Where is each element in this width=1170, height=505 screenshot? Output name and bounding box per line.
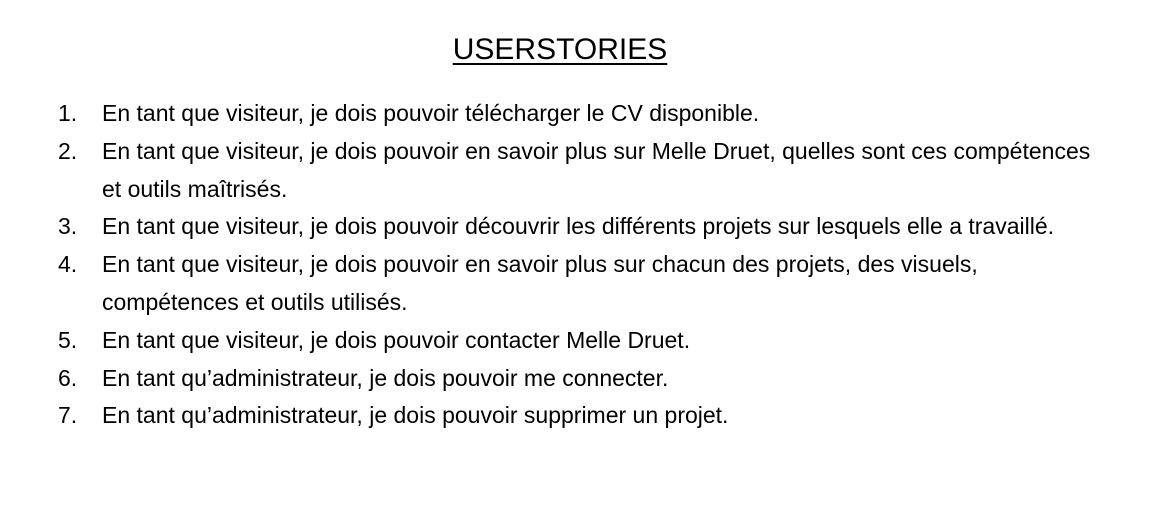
story-number: 3. — [58, 213, 78, 240]
story-number: 6. — [58, 364, 78, 391]
user-story-item: 7. En tant qu’administrateur, je dois po… — [0, 397, 1110, 435]
story-number: 5. — [58, 326, 78, 353]
user-story-item: 1. En tant que visiteur, je dois pouvoir… — [0, 95, 1110, 133]
user-stories-list: 1. En tant que visiteur, je dois pouvoir… — [0, 95, 1110, 435]
document-title: USERSTORIES — [452, 33, 668, 66]
user-story-item: 3. En tant que visiteur, je dois pouvoir… — [0, 208, 1110, 246]
user-story-item: 6. En tant qu’administrateur, je dois po… — [0, 360, 1110, 398]
story-number: 2. — [58, 137, 78, 164]
story-text: En tant qu’administrateur, je dois pouvo… — [102, 402, 729, 429]
story-text: En tant que visiteur, je dois pouvoir en… — [102, 137, 1091, 202]
story-text: En tant que visiteur, je dois pouvoir dé… — [102, 213, 1055, 240]
story-text: En tant que visiteur, je dois pouvoir en… — [102, 251, 978, 315]
story-text: En tant que visiteur, je dois pouvoir té… — [102, 100, 760, 126]
story-text: En tant que visiteur, je dois pouvoir co… — [102, 326, 691, 353]
document-page: USERSTORIES 1. En tant que visiteur, je … — [0, 0, 1170, 505]
user-story-item: 2. En tant que visiteur, je dois pouvoir… — [0, 133, 1110, 209]
story-number: 4. — [58, 251, 78, 278]
story-number: 7. — [58, 402, 78, 429]
user-story-item: 4. En tant que visiteur, je dois pouvoir… — [0, 246, 1110, 322]
user-story-item: 5. En tant que visiteur, je dois pouvoir… — [0, 322, 1110, 360]
story-number: 1. — [58, 100, 78, 126]
story-text: En tant qu’administrateur, je dois pouvo… — [102, 364, 669, 391]
